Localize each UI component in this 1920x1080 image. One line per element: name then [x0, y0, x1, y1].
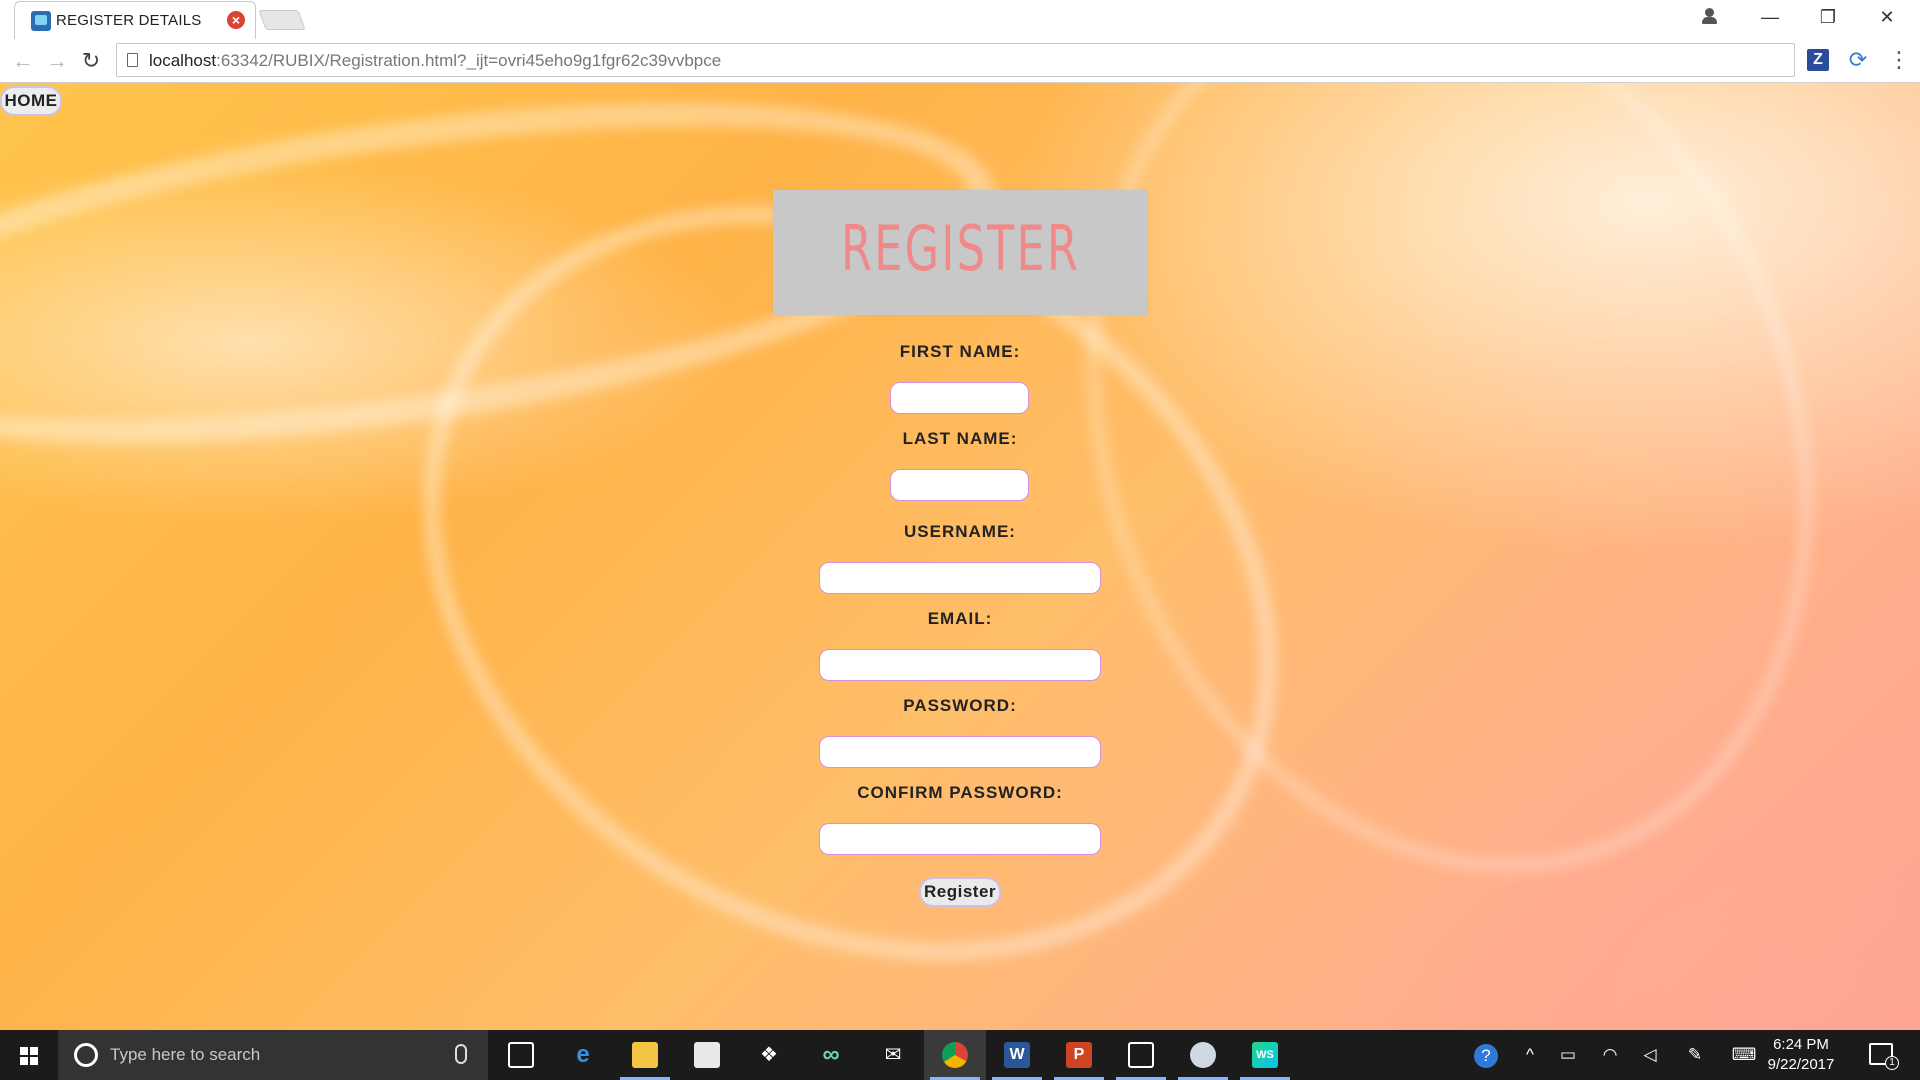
notification-count-badge: 1	[1885, 1056, 1899, 1070]
reload-icon[interactable]: ↻	[78, 48, 104, 74]
pen-icon[interactable]: ✎	[1683, 1044, 1707, 1066]
last-name-label: LAST NAME:	[902, 429, 1018, 448]
minimize-button[interactable]: —	[1745, 2, 1795, 32]
username-input[interactable]	[819, 562, 1101, 594]
register-banner: REGISTER	[773, 190, 1148, 315]
microphone-icon[interactable]	[455, 1044, 467, 1064]
word-icon[interactable]: W	[986, 1030, 1048, 1080]
windows-taskbar: Type here to search e ❖ ∞ ✉ W P WS ? ^ ▭…	[0, 1030, 1920, 1080]
email-label: EMAIL:	[927, 609, 993, 628]
confirm-password-label: CONFIRM PASSWORD:	[857, 783, 1063, 802]
page-viewport: HOME REGISTER FIRST NAME: LAST NAME: USE…	[0, 83, 1920, 1030]
last-name-input[interactable]	[890, 469, 1029, 501]
paint-icon[interactable]	[1172, 1030, 1234, 1080]
url-text[interactable]: localhost:63342/RUBIX/Registration.html?…	[149, 51, 721, 71]
home-button[interactable]: HOME	[0, 86, 62, 116]
new-tab-button[interactable]	[258, 10, 306, 30]
close-window-button[interactable]: ✕	[1862, 2, 1912, 32]
forward-arrow-icon[interactable]: →	[44, 48, 70, 74]
volume-icon[interactable]: ◁	[1638, 1044, 1662, 1066]
powerpoint-icon[interactable]: P	[1048, 1030, 1110, 1080]
page-title: REGISTER	[840, 212, 1081, 285]
password-input[interactable]	[819, 736, 1101, 768]
sync-extension-icon[interactable]: ⟳	[1846, 48, 1870, 72]
first-name-label: FIRST NAME:	[899, 342, 1021, 361]
webstorm-icon[interactable]: WS	[1234, 1030, 1296, 1080]
register-button[interactable]: Register	[919, 877, 1001, 907]
taskbar-clock[interactable]: 6:24 PM 9/22/2017	[1756, 1035, 1846, 1075]
page-info-icon[interactable]	[127, 53, 138, 67]
password-label: PASSWORD:	[903, 696, 1017, 715]
back-arrow-icon[interactable]: ←	[10, 48, 36, 74]
tab-title: REGISTER DETAILS	[56, 12, 202, 29]
help-icon[interactable]: ?	[1474, 1044, 1498, 1068]
store-icon[interactable]	[676, 1030, 738, 1080]
battery-icon[interactable]: ▭	[1556, 1044, 1580, 1066]
chevron-up-icon[interactable]: ^	[1518, 1044, 1542, 1066]
tab-close-icon[interactable]: ×	[227, 11, 245, 29]
mail-icon[interactable]: ✉	[862, 1030, 924, 1080]
confirm-password-input[interactable]	[819, 823, 1101, 855]
url-path: :63342/RUBIX/Registration.html?_ijt=ovri…	[216, 51, 722, 70]
chrome-icon[interactable]	[924, 1030, 986, 1080]
windows-logo-icon	[20, 1047, 38, 1065]
restore-button[interactable]: ❐	[1803, 2, 1853, 32]
clock-date: 9/22/2017	[1767, 1056, 1835, 1073]
photos-icon[interactable]	[1110, 1030, 1172, 1080]
browser-menu-icon[interactable]: ⋮	[1888, 48, 1910, 72]
url-host: localhost	[149, 51, 217, 70]
email-input[interactable]	[819, 649, 1101, 681]
browser-tab-strip: REGISTER DETAILS × — ❐ ✕	[0, 0, 1920, 39]
taskbar-search-box[interactable]: Type here to search	[58, 1030, 488, 1080]
page-favicon-icon	[31, 11, 51, 31]
cortana-icon[interactable]	[74, 1043, 98, 1067]
browser-tab[interactable]: REGISTER DETAILS ×	[14, 1, 256, 39]
profile-icon[interactable]	[1700, 6, 1720, 26]
start-button[interactable]	[0, 1030, 58, 1080]
wifi-icon[interactable]: ◠	[1598, 1044, 1622, 1066]
clock-time: 6:24 PM	[1773, 1036, 1829, 1053]
browser-toolbar: ← → ↻ localhost:63342/RUBIX/Registration…	[0, 39, 1920, 83]
task-view-icon[interactable]	[490, 1030, 552, 1080]
edge-icon[interactable]: e	[552, 1030, 614, 1080]
infinity-app-icon[interactable]: ∞	[800, 1030, 862, 1080]
username-label: USERNAME:	[904, 522, 1016, 541]
dropbox-icon[interactable]: ❖	[738, 1030, 800, 1080]
first-name-input[interactable]	[890, 382, 1029, 414]
file-explorer-icon[interactable]	[614, 1030, 676, 1080]
address-bar[interactable]: localhost:63342/RUBIX/Registration.html?…	[116, 43, 1795, 77]
zotero-extension-icon[interactable]: Z	[1807, 49, 1829, 71]
search-placeholder: Type here to search	[110, 1045, 261, 1064]
